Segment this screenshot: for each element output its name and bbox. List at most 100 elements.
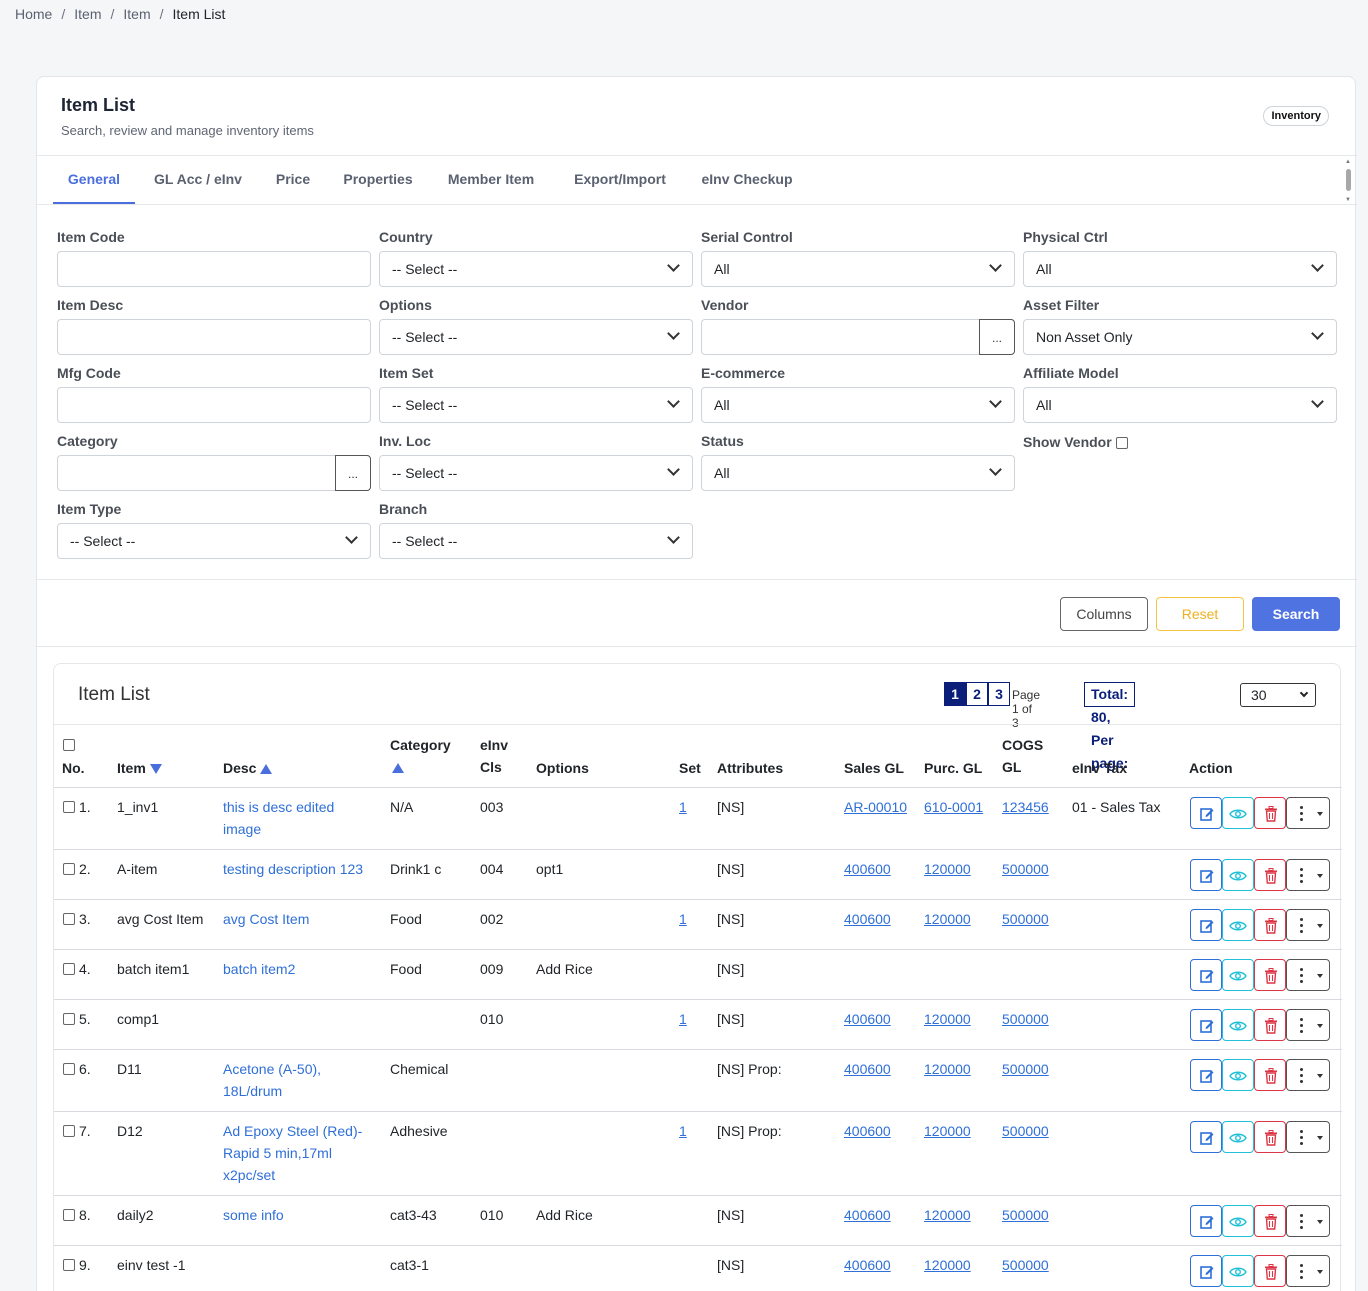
status-select[interactable]: All	[701, 455, 1015, 491]
view-button[interactable]	[1222, 909, 1254, 941]
edit-button[interactable]	[1190, 959, 1222, 991]
row-checkbox[interactable]	[63, 913, 75, 925]
view-button[interactable]	[1222, 1059, 1254, 1091]
per-page-select[interactable]: 30	[1240, 683, 1316, 707]
view-button[interactable]	[1222, 1255, 1254, 1287]
scroll-up-icon[interactable]: ▲	[1345, 159, 1351, 165]
breadcrumb-item[interactable]: Item	[74, 6, 101, 22]
row-checkbox[interactable]	[63, 1259, 75, 1271]
vendor-input[interactable]: ...	[701, 319, 1015, 355]
item-desc-input[interactable]	[57, 319, 371, 355]
view-button[interactable]	[1222, 1205, 1254, 1237]
view-button[interactable]	[1222, 1121, 1254, 1153]
more-actions-button[interactable]	[1286, 909, 1330, 941]
delete-button[interactable]	[1254, 1205, 1286, 1237]
view-button[interactable]	[1222, 859, 1254, 891]
table-cell-set[interactable]: 1	[679, 908, 687, 930]
table-cell-purc-gl[interactable]: 120000	[924, 1254, 971, 1276]
table-cell-sales-gl[interactable]: 400600	[844, 1008, 891, 1030]
desc-line[interactable]: x2pc/set	[223, 1164, 383, 1186]
row-checkbox[interactable]	[63, 1125, 75, 1137]
select-all-checkbox[interactable]	[63, 739, 75, 751]
table-cell-sales-gl[interactable]: 400600	[844, 1254, 891, 1276]
delete-button[interactable]	[1254, 1121, 1286, 1153]
view-button[interactable]	[1222, 959, 1254, 991]
table-cell-set[interactable]: 1	[679, 1008, 687, 1030]
row-checkbox[interactable]	[63, 1063, 75, 1075]
item-code-input[interactable]	[57, 251, 371, 287]
delete-button[interactable]	[1254, 1059, 1286, 1091]
branch-select[interactable]: -- Select --	[379, 523, 693, 559]
tab-member-item[interactable]: Member Item	[435, 156, 547, 204]
table-cell-purc-gl[interactable]: 120000	[924, 1120, 971, 1142]
edit-button[interactable]	[1190, 1059, 1222, 1091]
tab-properties[interactable]: Properties	[333, 156, 423, 204]
desc-line[interactable]: Acetone (A-50),	[223, 1058, 383, 1080]
table-cell-desc[interactable]: Ad Epoxy Steel (Red)- Rapid 5 min,17ml x2p…	[223, 1120, 383, 1186]
desc-line[interactable]: Rapid 5 min,17ml	[223, 1142, 383, 1164]
edit-button[interactable]	[1190, 1009, 1222, 1041]
tab-export-import[interactable]: Export/Import	[559, 156, 681, 204]
show-vendor-checkbox[interactable]	[1115, 437, 1128, 450]
edit-button[interactable]	[1190, 1121, 1222, 1153]
desc-line[interactable]: this is desc edited	[223, 796, 383, 818]
table-cell-purc-gl[interactable]: 120000	[924, 1204, 971, 1226]
table-cell-sales-gl[interactable]: 400600	[844, 1204, 891, 1226]
tab-einv-checkup[interactable]: eInv Checkup	[693, 156, 801, 204]
columns-button[interactable]: Columns	[1060, 597, 1148, 631]
row-checkbox[interactable]	[63, 1209, 75, 1221]
table-cell-sales-gl[interactable]: 400600	[844, 858, 891, 880]
tab-gl-acc-einv[interactable]: GL Acc / eInv	[143, 156, 253, 204]
table-cell-desc[interactable]: testing description 123	[223, 858, 383, 880]
category-lookup-button[interactable]: ...	[335, 455, 371, 491]
delete-button[interactable]	[1254, 959, 1286, 991]
table-cell-set[interactable]: 1	[679, 796, 687, 818]
reset-button[interactable]: Reset	[1156, 597, 1244, 631]
page-3-button[interactable]: 3	[988, 682, 1010, 706]
options-select[interactable]: -- Select --	[379, 319, 693, 355]
delete-button[interactable]	[1254, 1009, 1286, 1041]
more-actions-button[interactable]	[1286, 959, 1330, 991]
table-cell-desc[interactable]: some info	[223, 1204, 383, 1226]
row-checkbox[interactable]	[63, 963, 75, 975]
item-type-select[interactable]: -- Select --	[57, 523, 371, 559]
table-cell-desc[interactable]: this is desc edited image	[223, 796, 383, 840]
more-actions-button[interactable]	[1286, 1121, 1330, 1153]
table-cell-cogs-gl[interactable]: 500000	[1002, 858, 1049, 880]
table-cell-cogs-gl[interactable]: 500000	[1002, 1120, 1049, 1142]
desc-line[interactable]: batch item2	[223, 958, 383, 980]
serial-control-select[interactable]: All	[701, 251, 1015, 287]
country-select[interactable]: -- Select --	[379, 251, 693, 287]
category-input[interactable]: ...	[57, 455, 371, 491]
table-cell-cogs-gl[interactable]: 123456	[1002, 796, 1049, 818]
breadcrumb-home[interactable]: Home	[15, 6, 52, 22]
col-desc[interactable]: Desc	[223, 757, 273, 779]
col-category[interactable]: Category	[390, 734, 451, 778]
scroll-down-icon[interactable]: ▼	[1345, 197, 1351, 203]
tab-general[interactable]: General	[53, 156, 135, 204]
table-cell-sales-gl[interactable]: 400600	[844, 908, 891, 930]
more-actions-button[interactable]	[1286, 1255, 1330, 1287]
table-cell-cogs-gl[interactable]: 500000	[1002, 1254, 1049, 1276]
delete-button[interactable]	[1254, 797, 1286, 829]
physical-ctrl-select[interactable]: All	[1023, 251, 1337, 287]
desc-line[interactable]: 18L/drum	[223, 1080, 383, 1102]
table-cell-purc-gl[interactable]: 120000	[924, 1058, 971, 1080]
tab-price[interactable]: Price	[265, 156, 321, 204]
delete-button[interactable]	[1254, 909, 1286, 941]
row-checkbox[interactable]	[63, 1013, 75, 1025]
desc-line[interactable]: some info	[223, 1204, 383, 1226]
desc-line[interactable]: avg Cost Item	[223, 908, 383, 930]
view-button[interactable]	[1222, 1009, 1254, 1041]
view-button[interactable]	[1222, 797, 1254, 829]
more-actions-button[interactable]	[1286, 859, 1330, 891]
scrollbar-thumb[interactable]	[1346, 169, 1351, 191]
edit-button[interactable]	[1190, 859, 1222, 891]
more-actions-button[interactable]	[1286, 797, 1330, 829]
table-cell-cogs-gl[interactable]: 500000	[1002, 1204, 1049, 1226]
page-2-button[interactable]: 2	[966, 682, 988, 706]
row-checkbox[interactable]	[63, 801, 75, 813]
delete-button[interactable]	[1254, 859, 1286, 891]
breadcrumb-item-2[interactable]: Item	[123, 6, 150, 22]
edit-button[interactable]	[1190, 797, 1222, 829]
